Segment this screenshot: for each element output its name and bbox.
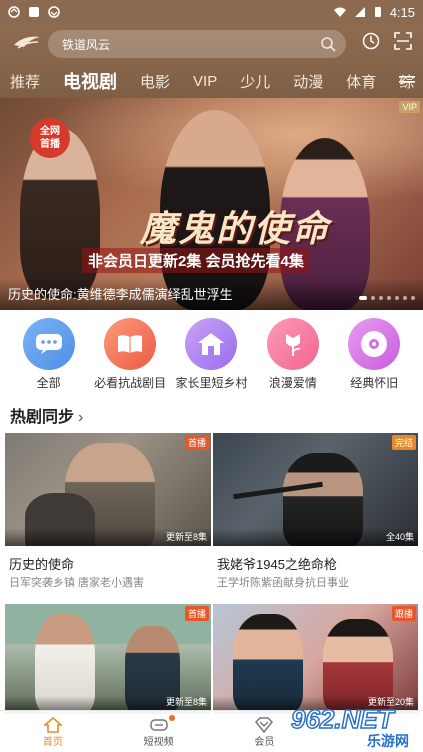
vip-diamond-icon <box>255 717 274 733</box>
tab-kids[interactable]: 少儿 <box>240 71 270 92</box>
header: 铁道风云 推荐 电视剧 电影 VIP 少儿 动漫 体育 综 <box>0 24 423 98</box>
chat-bubble-icon <box>35 334 62 354</box>
status-time: 4:15 <box>389 4 415 20</box>
category-war-drama[interactable]: 必看抗战剧目 <box>90 318 170 390</box>
site-watermark-logo: 962.NET 乐游网 <box>290 703 409 750</box>
drama-card-2-title: 我姥爷1945之绝命枪 <box>217 557 337 572</box>
pager-dot <box>379 296 383 300</box>
category-classic-label: 经典怀旧 <box>350 376 399 390</box>
sync-icon-2 <box>48 6 60 18</box>
home-icon <box>43 717 62 733</box>
card-tag: 完结 <box>391 435 416 450</box>
episode-count: 更新至8集 <box>165 697 207 707</box>
banner-pager-dots <box>359 296 415 300</box>
drama-card-4[interactable]: 跟播 更新至20集 <box>213 604 418 714</box>
drama-card-1[interactable]: 首播 更新至8集 历史的使命 日军突袭乡镇 唐家老小遇害 <box>5 433 211 597</box>
app-logo-icon <box>14 36 40 49</box>
category-romance-label: 浪漫爱情 <box>268 376 317 390</box>
category-all[interactable]: 全部 <box>9 318 89 390</box>
hero-banner[interactable]: 全网 首播 VIP 魔鬼的使命 非会员日更新2集 会员抢先看4集 历史的使命:黄… <box>0 98 423 310</box>
short-video-icon <box>149 719 168 731</box>
channel-tabs: 推荐 电视剧 电影 VIP 少儿 动漫 体育 综 <box>0 66 423 96</box>
chevron-right-icon: › <box>78 409 84 426</box>
category-romance-circle[interactable] <box>266 318 319 370</box>
banner-promo-text: 非会员日更新2集 会员抢先看4集 <box>82 248 310 273</box>
pager-dot-active <box>359 296 367 300</box>
status-icons-left <box>8 6 60 18</box>
section-title[interactable]: 热剧同步 › <box>10 403 83 427</box>
tab-vip[interactable]: VIP <box>193 73 217 90</box>
pager-dot <box>395 296 399 300</box>
drama-card-1-desc: 日军突袭乡镇 唐家老小遇害 <box>9 577 145 589</box>
tab-recommend[interactable]: 推荐 <box>10 71 40 92</box>
tab-movie[interactable]: 电影 <box>140 71 170 92</box>
category-village[interactable]: 家长里短乡村 <box>171 318 251 390</box>
category-village-circle[interactable] <box>185 318 238 370</box>
scan-icon[interactable] <box>394 32 412 50</box>
square-icon <box>29 7 39 17</box>
nav-short-video[interactable]: 短视频 <box>106 711 212 752</box>
house-icon <box>198 333 225 355</box>
premiere-badge-line1: 全网 <box>40 126 60 137</box>
battery-icon <box>374 7 381 17</box>
watermark-sub: 乐游网 <box>367 733 409 750</box>
nav-vip-label: 会员 <box>254 737 275 748</box>
wifi-icon <box>333 7 346 17</box>
notification-dot <box>168 715 175 721</box>
card-tag: 首播 <box>184 435 209 450</box>
section-title-text: 热剧同步 <box>10 409 75 426</box>
pager-dot <box>403 296 407 300</box>
category-all-circle[interactable] <box>22 318 75 370</box>
drama-card-4-thumbnail[interactable]: 跟播 更新至20集 <box>213 604 418 714</box>
category-all-label: 全部 <box>36 376 61 390</box>
category-classic[interactable]: 经典怀旧 <box>334 318 414 390</box>
category-war-drama-label: 必看抗战剧目 <box>94 376 167 390</box>
card-tag: 跟播 <box>391 606 416 621</box>
pager-dot <box>411 296 415 300</box>
drama-card-1-title: 历史的使命 <box>9 557 75 572</box>
category-war-drama-circle[interactable] <box>104 318 157 370</box>
episode-count: 更新至8集 <box>165 532 207 542</box>
menu-icon[interactable] <box>399 74 415 88</box>
nav-home-label: 首页 <box>42 737 63 748</box>
sync-icon <box>8 6 20 18</box>
category-romance[interactable]: 浪漫爱情 <box>253 318 333 390</box>
vip-tag: VIP <box>399 101 420 113</box>
tab-sports[interactable]: 体育 <box>346 71 376 92</box>
episode-count: 全40集 <box>385 532 414 542</box>
search-icon[interactable] <box>320 36 336 52</box>
watermark-text: 962.NET <box>291 704 396 734</box>
card-tag: 首播 <box>184 606 209 621</box>
tab-anime[interactable]: 动漫 <box>293 71 323 92</box>
signal-icon <box>354 7 365 17</box>
history-icon[interactable] <box>362 32 380 50</box>
book-icon <box>118 335 143 353</box>
disc-icon <box>361 331 388 357</box>
nav-short-video-label: 短视频 <box>143 737 174 748</box>
drama-card-2[interactable]: 完结 全40集 我姥爷1945之绝命枪 王学圻陈紫函献身抗日事业 <box>213 433 418 597</box>
premiere-badge: 全网 首播 <box>30 118 70 158</box>
screen: 4:15 铁道风云 推荐 电视剧 电影 VIP 少儿 动漫 体育 综 全网 首播… <box>0 0 423 752</box>
drama-card-2-desc: 王学圻陈紫函献身抗日事业 <box>217 577 349 589</box>
category-village-label: 家长里短乡村 <box>175 376 248 390</box>
drama-card-2-thumbnail[interactable]: 完结 全40集 <box>213 433 418 546</box>
tab-tv-series[interactable]: 电视剧 <box>63 68 117 94</box>
banner-caption: 历史的使命:黄维德李成儒演绎乱世浮生 <box>8 287 233 302</box>
nav-home[interactable]: 首页 <box>0 711 106 752</box>
search-input[interactable]: 铁道风云 <box>48 30 346 58</box>
status-icons-right: 4:15 <box>333 4 415 20</box>
status-bar: 4:15 <box>0 0 423 24</box>
pager-dot <box>387 296 391 300</box>
drama-card-1-thumbnail[interactable]: 首播 更新至8集 <box>5 433 211 546</box>
premiere-badge-line2: 首播 <box>40 139 60 150</box>
search-placeholder: 铁道风云 <box>62 37 111 52</box>
category-row: 全部 必看抗战剧目 家长里短乡村 浪漫爱情 经典怀旧 <box>0 310 423 390</box>
category-classic-circle[interactable] <box>348 318 401 370</box>
pager-dot <box>371 296 375 300</box>
drama-card-3[interactable]: 首播 更新至8集 <box>5 604 211 714</box>
rose-icon <box>285 334 301 356</box>
banner-art-title: 魔鬼的使命 <box>140 208 331 250</box>
drama-card-3-thumbnail[interactable]: 首播 更新至8集 <box>5 604 211 714</box>
